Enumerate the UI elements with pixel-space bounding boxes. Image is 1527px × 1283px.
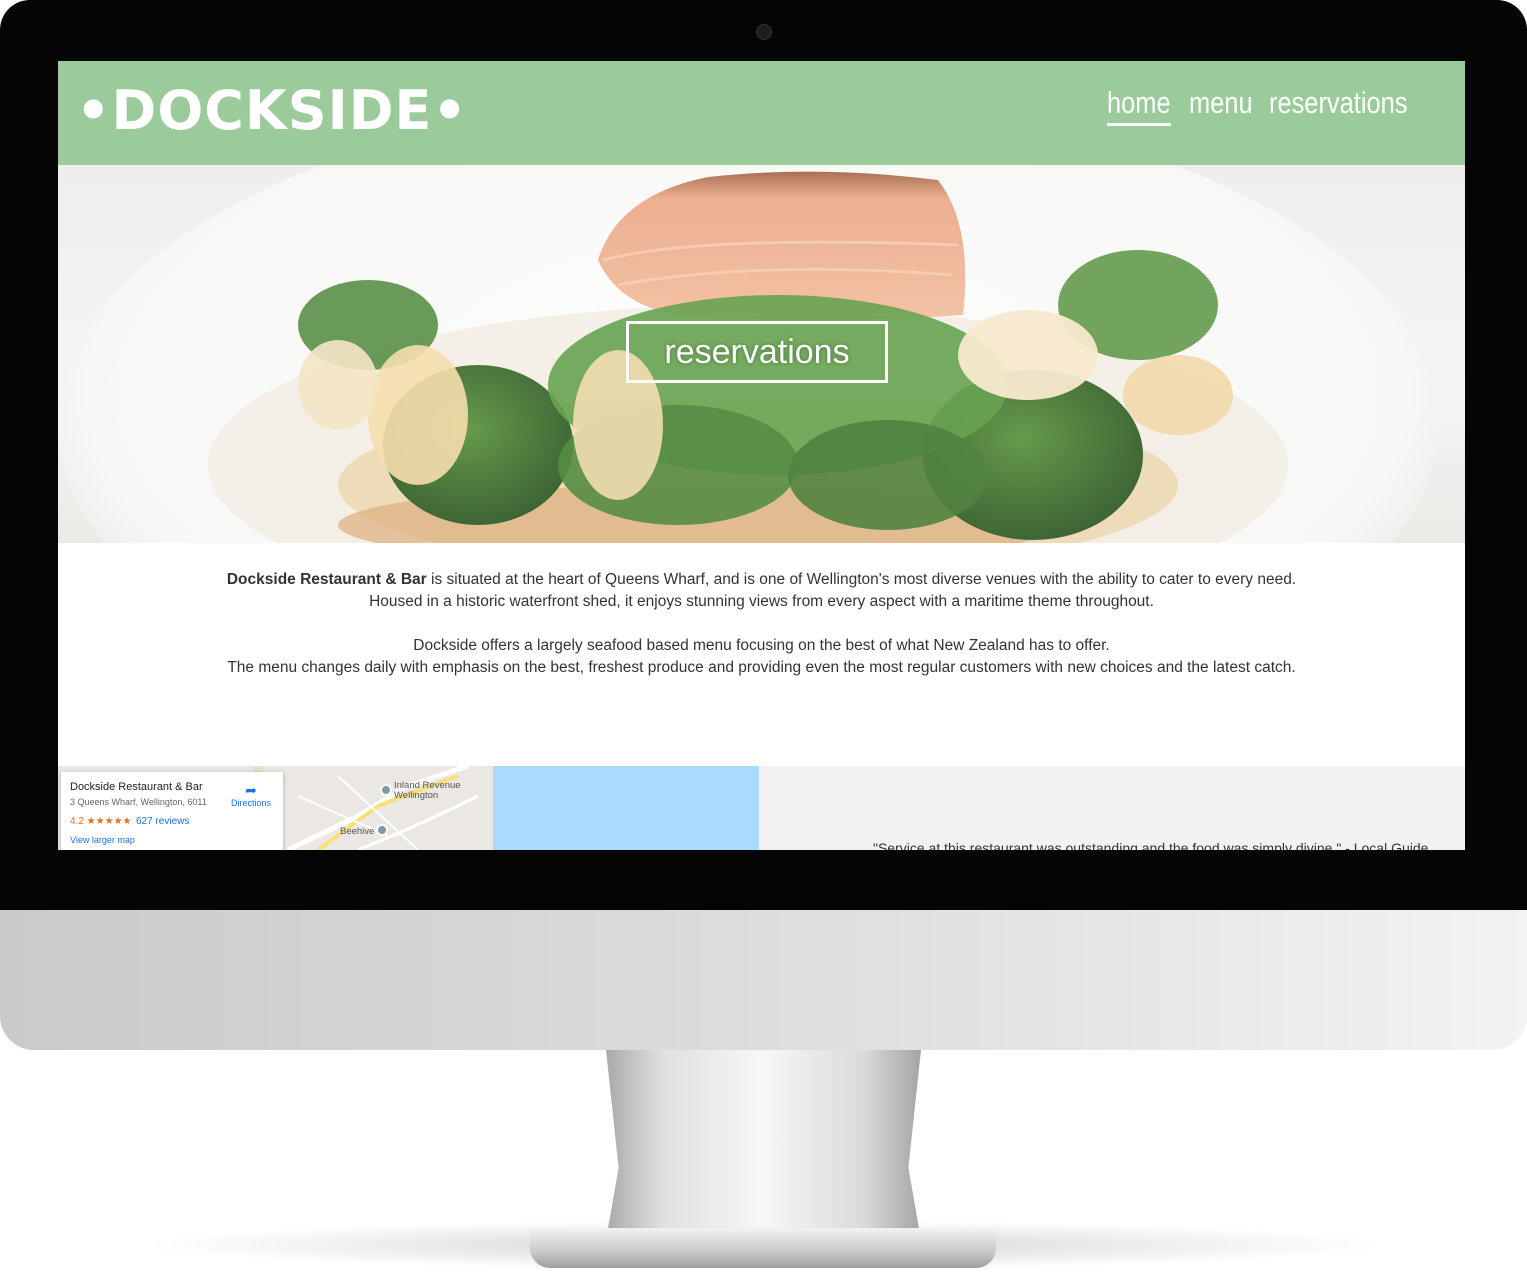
- intro-text: Dockside Restaurant & Bar is situated at…: [58, 569, 1465, 679]
- directions-icon: ➦: [245, 782, 257, 798]
- map-info-card: Dockside Restaurant & Bar 3 Queens Wharf…: [61, 772, 283, 850]
- map-label-beehive: Beehive: [340, 826, 375, 837]
- website-screen: •DOCKSIDE• home menu reservations reserv…: [58, 61, 1465, 850]
- restaurant-name: Dockside Restaurant & Bar: [226, 571, 427, 588]
- map-pin-icon: [376, 824, 388, 836]
- directions-button[interactable]: ➦ Directions: [225, 782, 277, 808]
- monitor-stand: [606, 1050, 921, 1240]
- reservations-button[interactable]: reservations: [626, 321, 888, 383]
- map-place-title: Dockside Restaurant & Bar: [70, 781, 203, 793]
- main-nav: home menu reservations: [1107, 83, 1407, 126]
- map-place-address: 3 Queens Wharf, Wellington, 6011: [70, 797, 207, 807]
- directions-label: Directions: [230, 798, 271, 808]
- nav-home[interactable]: home: [1107, 83, 1171, 126]
- nav-menu[interactable]: menu: [1189, 83, 1253, 123]
- map-label-wellington: Wellington: [394, 790, 439, 801]
- intro-line-4: The menu changes daily with emphasis on …: [227, 659, 1296, 676]
- map-reviews-link[interactable]: 627 reviews: [136, 816, 189, 827]
- site-logo[interactable]: •DOCKSIDE•: [76, 81, 468, 141]
- hero-banner: reservations: [58, 165, 1465, 543]
- nav-reservations[interactable]: reservations: [1269, 83, 1407, 123]
- testimonial-quote: "Service at this restaurant was outstand…: [873, 840, 1429, 850]
- bottom-section: Inland Revenue Wellington Beehive Docksi…: [58, 766, 1465, 850]
- camera-icon: [756, 24, 772, 40]
- map-pin-icon: [380, 784, 392, 796]
- site-header: •DOCKSIDE• home menu reservations: [58, 61, 1465, 165]
- map-rating: 4.2 ★★★★★: [70, 816, 132, 827]
- monitor-stand-base: [530, 1228, 996, 1268]
- monitor-chin: [0, 910, 1527, 1050]
- intro-line-3: Dockside offers a largely seafood based …: [413, 637, 1110, 654]
- intro-paragraph-1: Dockside Restaurant & Bar is situated at…: [58, 569, 1465, 591]
- map-water: [493, 766, 759, 850]
- intro-text-1: is situated at the heart of Queens Wharf…: [426, 571, 1297, 588]
- google-map[interactable]: Inland Revenue Wellington Beehive Docksi…: [58, 766, 759, 850]
- intro-line-2: Housed in a historic waterfront shed, it…: [369, 593, 1154, 610]
- view-larger-map-link[interactable]: View larger map: [70, 835, 135, 845]
